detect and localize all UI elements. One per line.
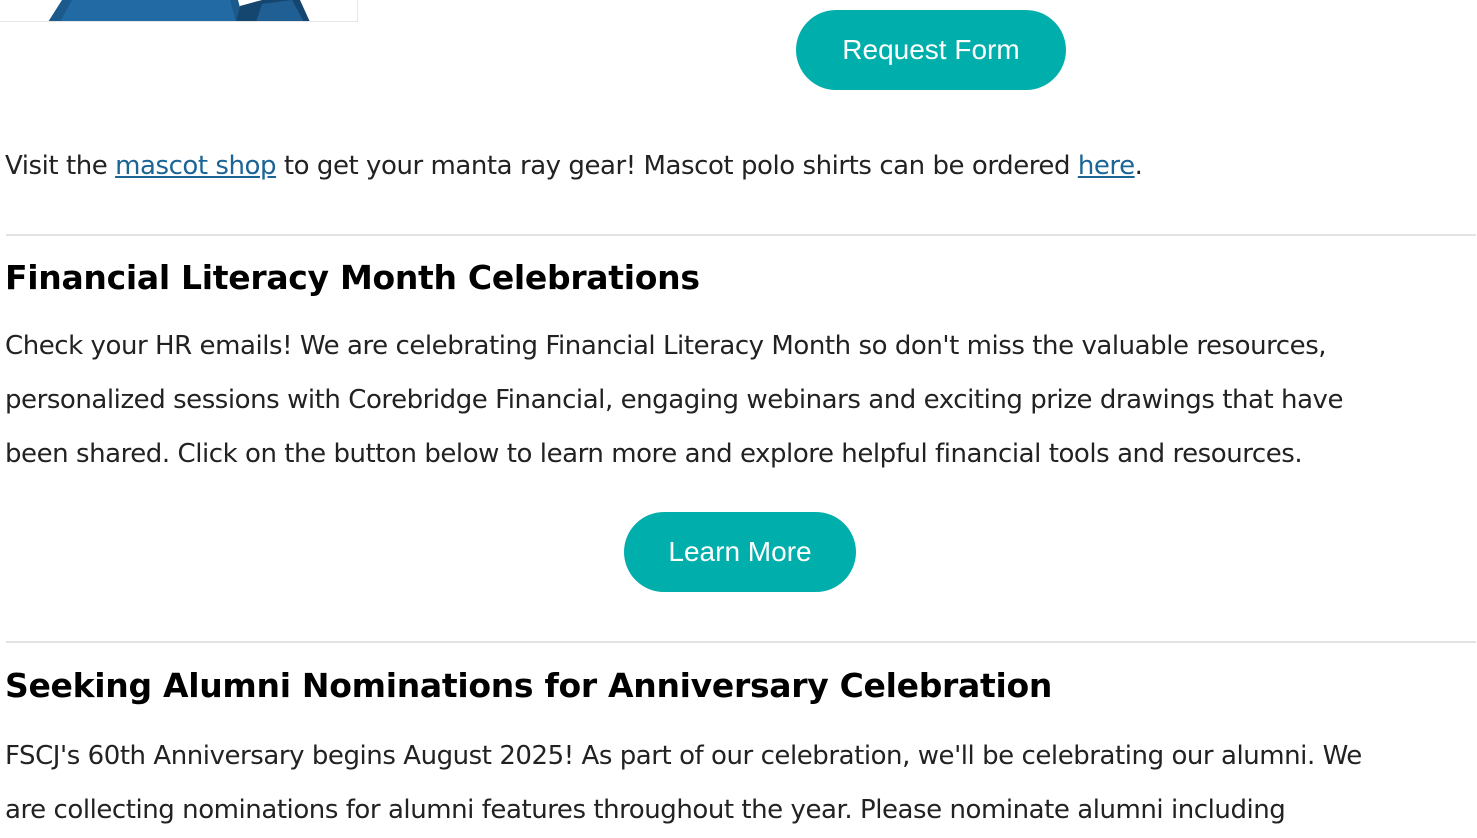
learn-more-button[interactable]: Learn More [624, 512, 856, 592]
alumni-line: are collecting nominations for alumni fe… [5, 795, 1286, 825]
mascot-paragraph: Visit the mascot shop to get your manta … [5, 139, 1477, 193]
mascot-text-prefix: Visit the [5, 151, 116, 181]
mascot-photo [0, 0, 358, 22]
financial-paragraph: Check your HR emails! We are celebrating… [5, 319, 1477, 481]
mascot-shop-link[interactable]: mascot shop [115, 151, 276, 181]
alumni-paragraph: FSCJ's 60th Anniversary begins August 20… [5, 729, 1477, 837]
financial-literacy-heading: Financial Literacy Month Celebrations [5, 258, 700, 297]
alumni-line: FSCJ's 60th Anniversary begins August 20… [5, 741, 1362, 771]
person-photo-icon [48, 0, 310, 21]
financial-line: Check your HR emails! We are celebrating… [5, 331, 1327, 361]
request-form-button[interactable]: Request Form [796, 10, 1066, 90]
section-divider [6, 234, 1476, 236]
alumni-nominations-heading: Seeking Alumni Nominations for Anniversa… [5, 666, 1053, 705]
polo-order-link[interactable]: here [1078, 151, 1135, 181]
mascot-text-suffix: . [1134, 151, 1143, 181]
financial-line: been shared. Click on the button below t… [5, 439, 1303, 469]
mascot-text-middle: to get your manta ray gear! Mascot polo … [276, 151, 1078, 181]
financial-line: personalized sessions with Corebridge Fi… [5, 385, 1344, 415]
section-divider [6, 641, 1476, 643]
